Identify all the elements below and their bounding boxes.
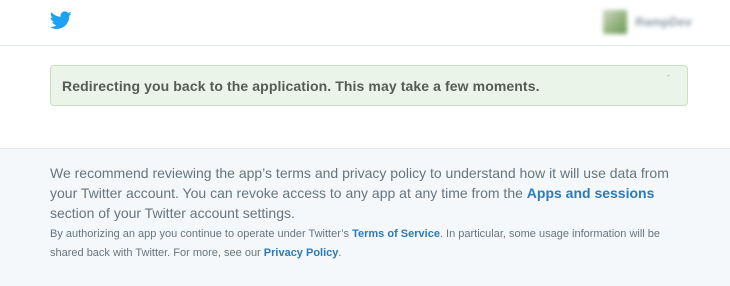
authorization-notice: By authorizing an app you continue to op…	[50, 225, 690, 263]
redirect-alert: Redirecting you back to the application.…	[50, 65, 688, 106]
twitter-bird-icon[interactable]	[50, 11, 72, 30]
authorization-notice-end: .	[338, 247, 342, 259]
dismiss-alert-icon[interactable]: ˊ	[666, 75, 670, 86]
account-avatar	[603, 10, 628, 34]
apps-and-sessions-link[interactable]: Apps and sessions	[527, 185, 655, 201]
app-permissions-footer: We recommend reviewing the app’s terms a…	[0, 148, 730, 286]
terms-of-service-link[interactable]: Terms of Service	[352, 228, 440, 240]
account-switcher[interactable]: RampDev	[603, 10, 692, 34]
privacy-policy-link[interactable]: Privacy Policy	[264, 247, 339, 259]
recommendation-text: We recommend reviewing the app’s terms a…	[50, 163, 690, 223]
main-content: Redirecting you back to the application.…	[0, 46, 730, 148]
recommendation-text-end: section of your Twitter account settings…	[50, 205, 295, 221]
authorization-notice-start: By authorizing an app you continue to op…	[50, 228, 353, 240]
account-name: RampDev	[635, 15, 692, 29]
redirect-message: Redirecting you back to the application.…	[62, 77, 540, 94]
top-bar: RampDev	[0, 0, 730, 46]
